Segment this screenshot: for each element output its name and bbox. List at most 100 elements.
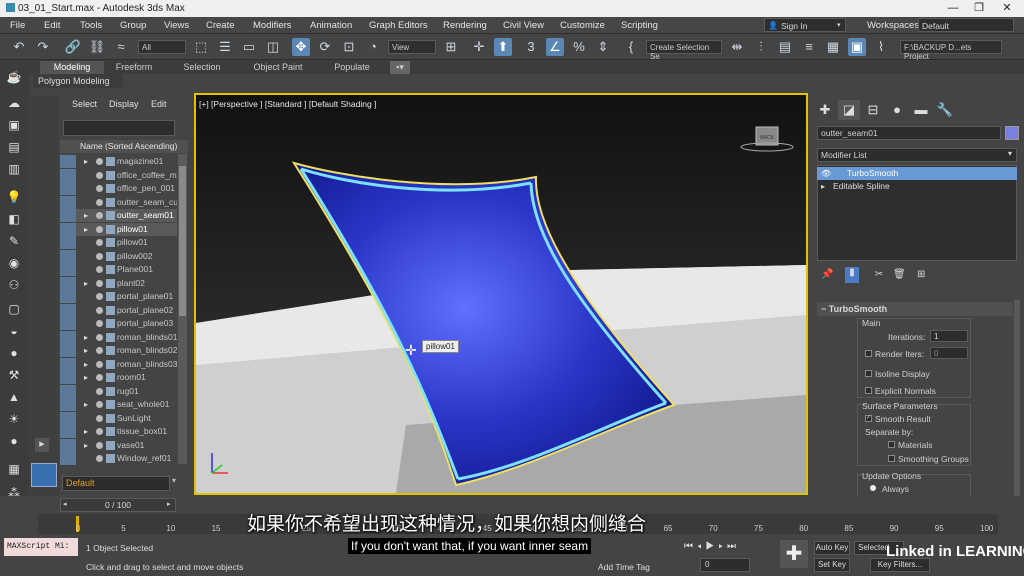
- stack-item-turbosmooth[interactable]: 👁 TurboSmooth: [817, 167, 1017, 180]
- toggle-ribbon-icon[interactable]: ▦: [824, 38, 842, 56]
- expand-icon[interactable]: ▸: [84, 398, 88, 411]
- current-frame-field[interactable]: 0: [700, 558, 750, 572]
- visibility-icon[interactable]: [96, 455, 103, 462]
- light-icon[interactable]: 💡: [5, 188, 23, 206]
- select-by-name-icon[interactable]: ☰: [216, 38, 234, 56]
- expand-icon[interactable]: ▸: [84, 439, 88, 452]
- window-crossing-icon[interactable]: ◫: [264, 38, 282, 56]
- explorer-menu-display[interactable]: Display: [109, 99, 139, 109]
- visibility-icon[interactable]: [96, 212, 103, 219]
- visibility-icon[interactable]: [96, 279, 103, 287]
- always-radio[interactable]: [870, 485, 876, 491]
- tab-modeling[interactable]: Modeling: [40, 61, 104, 74]
- visibility-icon[interactable]: [96, 333, 103, 341]
- auto-key-button[interactable]: Auto Key: [814, 541, 850, 555]
- audio-icon[interactable]: ◉: [5, 254, 23, 272]
- selection-filter-dropdown[interactable]: All: [138, 40, 186, 54]
- visibility-icon[interactable]: [96, 239, 103, 246]
- cone-icon[interactable]: ▲: [5, 388, 23, 406]
- expand-icon[interactable]: ▸: [84, 209, 88, 222]
- menu-group[interactable]: Group: [120, 20, 146, 31]
- explorer-column-header[interactable]: Name (Sorted Ascending): [60, 140, 188, 153]
- toggle-layer-explorer-icon[interactable]: ≡: [800, 38, 818, 56]
- explicit-normals-checkbox[interactable]: [865, 387, 872, 394]
- visibility-icon[interactable]: [96, 198, 103, 206]
- bind-space-warp-icon[interactable]: ≈: [112, 38, 130, 56]
- object-color-swatch[interactable]: [1005, 126, 1019, 140]
- list-item[interactable]: office_coffee_m: [60, 168, 177, 182]
- grid-icon[interactable]: ▦: [5, 460, 23, 478]
- ball-icon[interactable]: ●: [5, 344, 23, 362]
- close-button[interactable]: ✕: [994, 1, 1020, 16]
- isoline-checkbox[interactable]: [865, 370, 872, 377]
- visibility-icon[interactable]: [96, 252, 103, 260]
- menu-animation[interactable]: Animation: [310, 20, 352, 31]
- visibility-icon[interactable]: [96, 428, 103, 435]
- explorer-menu-edit[interactable]: Edit: [151, 99, 167, 109]
- tab-object-paint[interactable]: Object Paint: [240, 61, 316, 74]
- select-rotate-icon[interactable]: ⟳: [316, 38, 334, 56]
- show-end-result-icon[interactable]: ▮: [845, 267, 859, 283]
- stack-expand-icon[interactable]: ▸: [821, 180, 825, 193]
- tab-freeform[interactable]: Freeform: [104, 61, 164, 74]
- explorer-search-input[interactable]: [63, 120, 175, 136]
- render-iters-spinner[interactable]: 0: [930, 347, 968, 359]
- select-scale-icon[interactable]: ⊡: [340, 38, 358, 56]
- visibility-icon[interactable]: [96, 360, 103, 368]
- people-icon[interactable]: ⚇: [5, 276, 23, 294]
- layers-icon[interactable]: ◧: [5, 210, 23, 228]
- unlink-icon[interactable]: ⛓: [88, 38, 106, 56]
- list-item[interactable]: Plane001: [60, 263, 177, 276]
- visibility-icon[interactable]: [96, 158, 103, 165]
- smooth-result-checkbox[interactable]: ✓: [865, 415, 872, 422]
- visibility-icon[interactable]: [96, 441, 103, 449]
- polygon-modeling-label[interactable]: Polygon Modeling: [38, 76, 110, 86]
- list-item[interactable]: SunLight: [60, 411, 177, 425]
- object-name-field[interactable]: outter_seam01: [817, 126, 1001, 140]
- list-item[interactable]: portal_plane01: [60, 290, 177, 303]
- tool-icon[interactable]: ⚒: [5, 366, 23, 384]
- display-icon[interactable]: ▣: [5, 116, 23, 134]
- expand-icon[interactable]: ▸: [84, 425, 88, 438]
- list-item[interactable]: ▸ seat_whole01: [60, 398, 177, 411]
- undo-icon[interactable]: ↶: [10, 38, 28, 56]
- tab-populate[interactable]: Populate: [320, 61, 384, 74]
- keyboard-shortcut-override-icon[interactable]: ⬆: [494, 38, 512, 56]
- align-icon[interactable]: ⫶: [752, 38, 770, 56]
- list-icon[interactable]: ▥: [5, 160, 23, 178]
- sun-icon[interactable]: ☀: [5, 410, 23, 428]
- list-item[interactable]: ▸ roman_blinds02: [60, 344, 177, 357]
- tab-selection[interactable]: Selection: [168, 61, 236, 74]
- menu-graph-editors[interactable]: Graph Editors: [369, 20, 428, 31]
- viewport-label[interactable]: [+] [Perspective ] [Standard ] [Default …: [199, 99, 376, 109]
- visibility-icon[interactable]: [96, 171, 103, 179]
- sphere-icon[interactable]: ◒: [5, 322, 23, 340]
- modifier-list-dropdown[interactable]: Modifier List: [817, 148, 1017, 162]
- list-item[interactable]: pillow002: [60, 249, 177, 263]
- visibility-icon[interactable]: [96, 347, 103, 354]
- list-item[interactable]: Window_ref01: [60, 452, 177, 465]
- menu-create[interactable]: Create: [206, 20, 235, 31]
- time-slider[interactable]: ◂ 0 / 100 ▸: [60, 498, 176, 512]
- list-item[interactable]: portal_plane03: [60, 317, 177, 330]
- snaps-toggle-icon[interactable]: 3: [522, 38, 540, 56]
- utilities-tab-icon[interactable]: 🔧: [934, 100, 956, 120]
- select-move-icon[interactable]: ✥: [292, 38, 310, 56]
- list-item[interactable]: rug01: [60, 384, 177, 398]
- visibility-icon[interactable]: [96, 401, 103, 408]
- frame-icon[interactable]: ▢: [5, 300, 23, 318]
- list-item[interactable]: ▸ roman_blinds03: [60, 357, 177, 371]
- visibility-icon[interactable]: [96, 225, 103, 233]
- explorer-menu-select[interactable]: Select: [72, 99, 97, 109]
- sign-in-dropdown[interactable]: 👤 Sign In ▾: [764, 18, 846, 32]
- list-item[interactable]: ▸ pillow01: [60, 222, 177, 236]
- play-toggle-icon[interactable]: ▶: [35, 438, 49, 452]
- list-item[interactable]: pillow01: [60, 236, 177, 249]
- perspective-viewport[interactable]: BACK [+] [Perspective ] [Standard ] [Def…: [194, 93, 808, 495]
- explorer-scroll-thumb[interactable]: [179, 166, 186, 316]
- menu-scripting[interactable]: Scripting: [621, 20, 658, 31]
- menu-tools[interactable]: Tools: [80, 20, 102, 31]
- mirror-icon[interactable]: ⇹: [728, 38, 746, 56]
- list-item[interactable]: outter_seam_cu: [60, 195, 177, 209]
- select-object-icon[interactable]: ⬚: [192, 38, 210, 56]
